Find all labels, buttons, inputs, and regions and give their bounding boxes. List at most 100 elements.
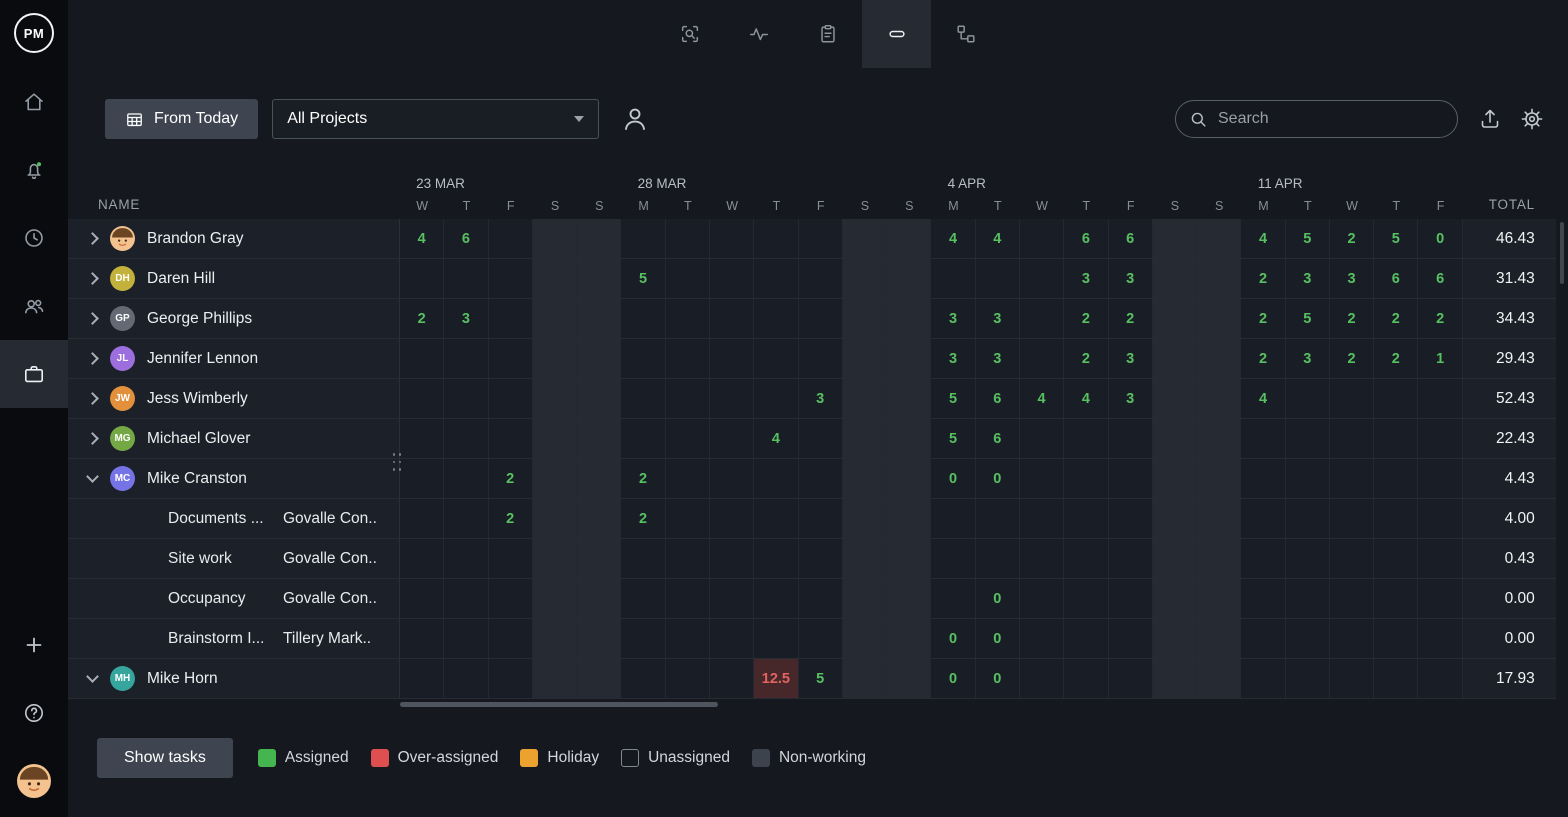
allocation-cell[interactable] xyxy=(1109,619,1153,658)
allocation-cell[interactable] xyxy=(1374,379,1418,418)
allocation-cell[interactable] xyxy=(489,539,533,578)
settings-button[interactable] xyxy=(1520,107,1544,131)
from-today-button[interactable]: From Today xyxy=(105,99,258,139)
allocation-cell[interactable] xyxy=(799,459,843,498)
allocation-cell[interactable] xyxy=(1330,539,1374,578)
task-row[interactable]: Brainstorm I...Tillery Mark..000.00 xyxy=(68,619,1556,659)
allocation-cell[interactable] xyxy=(1064,579,1108,618)
allocation-cell[interactable] xyxy=(621,379,665,418)
allocation-cell[interactable] xyxy=(799,259,843,298)
allocation-cell[interactable]: 0 xyxy=(976,459,1020,498)
allocation-cell[interactable]: 3 xyxy=(1330,259,1374,298)
allocation-cell[interactable]: 0 xyxy=(976,659,1020,698)
allocation-cell[interactable] xyxy=(1197,299,1241,338)
export-button[interactable] xyxy=(1478,107,1502,131)
allocation-cell[interactable] xyxy=(1064,539,1108,578)
allocation-cell[interactable]: 5 xyxy=(799,659,843,698)
allocation-cell[interactable] xyxy=(533,419,577,458)
allocation-cell[interactable]: 2 xyxy=(1241,299,1285,338)
allocation-cell[interactable]: 3 xyxy=(931,299,975,338)
row-name-cell[interactable]: MCMike Cranston xyxy=(68,459,400,498)
row-name-cell[interactable]: Brainstorm I...Tillery Mark.. xyxy=(68,619,400,658)
allocation-cell[interactable] xyxy=(887,619,931,658)
allocation-cell[interactable]: 5 xyxy=(1374,219,1418,258)
allocation-cell[interactable] xyxy=(577,659,621,698)
allocation-cell[interactable] xyxy=(710,259,754,298)
column-resize-handle[interactable] xyxy=(392,452,402,472)
allocation-cell[interactable] xyxy=(1197,459,1241,498)
expand-chevron-icon[interactable] xyxy=(86,352,99,365)
allocation-cell[interactable] xyxy=(444,339,488,378)
allocation-cell[interactable] xyxy=(754,539,798,578)
app-logo[interactable]: PM xyxy=(14,13,54,53)
allocation-cell[interactable] xyxy=(1020,219,1064,258)
allocation-cell[interactable] xyxy=(621,619,665,658)
allocation-cell[interactable]: 2 xyxy=(1330,219,1374,258)
allocation-cell[interactable] xyxy=(400,619,444,658)
allocation-cell[interactable] xyxy=(577,459,621,498)
allocation-cell[interactable] xyxy=(621,659,665,698)
allocation-cell[interactable] xyxy=(799,339,843,378)
allocation-cell[interactable] xyxy=(710,619,754,658)
allocation-cell[interactable] xyxy=(1153,539,1197,578)
allocation-cell[interactable]: 0 xyxy=(976,619,1020,658)
allocation-cell[interactable] xyxy=(1020,459,1064,498)
allocation-cell[interactable] xyxy=(843,259,887,298)
allocation-cell[interactable] xyxy=(1418,539,1462,578)
allocation-cell[interactable]: 3 xyxy=(1109,259,1153,298)
tab-zoom-search[interactable] xyxy=(655,0,724,68)
allocation-cell[interactable] xyxy=(1197,499,1241,538)
allocation-cell[interactable] xyxy=(1020,339,1064,378)
allocation-cell[interactable] xyxy=(1418,499,1462,538)
row-name-cell[interactable]: GPGeorge Phillips xyxy=(68,299,400,338)
allocation-cell[interactable]: 4 xyxy=(1064,379,1108,418)
allocation-cell[interactable] xyxy=(400,259,444,298)
allocation-cell[interactable]: 3 xyxy=(976,339,1020,378)
sidebar-item-team[interactable] xyxy=(0,272,68,340)
tab-report[interactable] xyxy=(793,0,862,68)
allocation-cell[interactable] xyxy=(843,419,887,458)
collapse-chevron-icon[interactable] xyxy=(86,670,99,683)
allocation-cell[interactable] xyxy=(400,379,444,418)
allocation-cell[interactable] xyxy=(489,419,533,458)
resource-row[interactable]: GPGeorge Phillips2333222522234.43 xyxy=(68,299,1556,339)
allocation-cell[interactable] xyxy=(1109,459,1153,498)
allocation-cell[interactable] xyxy=(1286,539,1330,578)
task-row[interactable]: Site workGovalle Con..0.43 xyxy=(68,539,1556,579)
allocation-cell[interactable] xyxy=(533,619,577,658)
allocation-cell[interactable] xyxy=(666,419,710,458)
resource-row[interactable]: MCMike Cranston22004.43 xyxy=(68,459,1556,499)
allocation-cell[interactable] xyxy=(1286,619,1330,658)
tab-activity[interactable] xyxy=(724,0,793,68)
allocation-cell[interactable] xyxy=(1020,579,1064,618)
allocation-cell[interactable] xyxy=(754,619,798,658)
allocation-cell[interactable]: 3 xyxy=(799,379,843,418)
allocation-cell[interactable] xyxy=(799,579,843,618)
allocation-cell[interactable] xyxy=(1286,659,1330,698)
allocation-cell[interactable]: 1 xyxy=(1418,339,1462,378)
resource-row[interactable]: DHDaren Hill5332336631.43 xyxy=(68,259,1556,299)
allocation-cell[interactable] xyxy=(1153,619,1197,658)
row-name-cell[interactable]: MGMichael Glover xyxy=(68,419,400,458)
allocation-cell[interactable]: 2 xyxy=(489,459,533,498)
allocation-cell[interactable] xyxy=(1153,659,1197,698)
allocation-cell[interactable] xyxy=(887,539,931,578)
allocation-cell[interactable]: 12.5 xyxy=(754,659,798,698)
allocation-cell[interactable]: 6 xyxy=(1418,259,1462,298)
allocation-cell[interactable]: 2 xyxy=(489,499,533,538)
allocation-cell[interactable] xyxy=(1153,299,1197,338)
allocation-cell[interactable] xyxy=(710,579,754,618)
allocation-cell[interactable]: 3 xyxy=(1109,339,1153,378)
allocation-cell[interactable] xyxy=(1153,579,1197,618)
allocation-cell[interactable] xyxy=(754,459,798,498)
allocation-cell[interactable] xyxy=(666,219,710,258)
allocation-cell[interactable] xyxy=(489,579,533,618)
allocation-cell[interactable]: 3 xyxy=(931,339,975,378)
resource-row[interactable]: JWJess Wimberly356443452.43 xyxy=(68,379,1556,419)
allocation-cell[interactable] xyxy=(710,419,754,458)
allocation-cell[interactable] xyxy=(489,299,533,338)
allocation-cell[interactable] xyxy=(533,539,577,578)
allocation-cell[interactable] xyxy=(1020,419,1064,458)
allocation-cell[interactable]: 2 xyxy=(621,499,665,538)
row-name-cell[interactable]: Site workGovalle Con.. xyxy=(68,539,400,578)
